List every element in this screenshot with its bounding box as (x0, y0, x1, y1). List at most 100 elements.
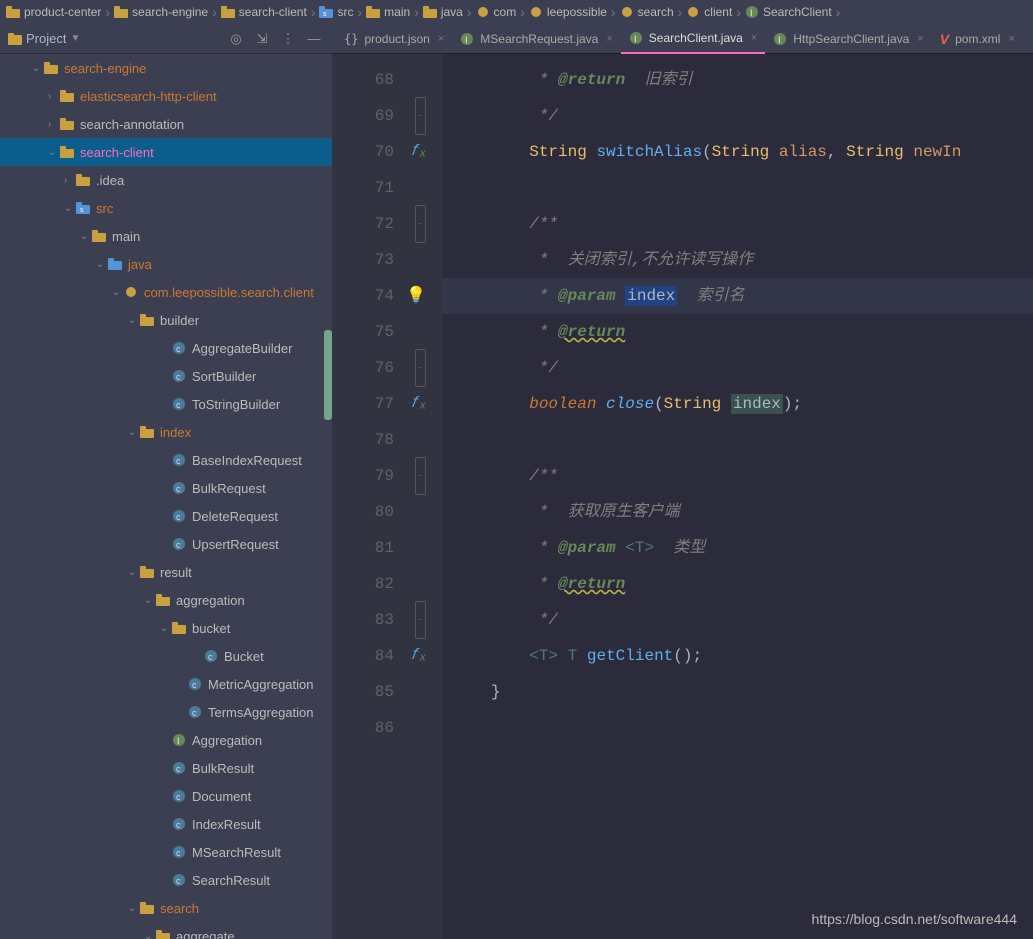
folder-y-icon (140, 566, 154, 578)
tree-item[interactable]: ›.idea (0, 166, 332, 194)
tree-item[interactable]: ›search-annotation (0, 110, 332, 138)
tree-item[interactable]: ⌄builder (0, 306, 332, 334)
implement-icon[interactable]: ƒx (412, 132, 426, 173)
close-icon[interactable]: × (1008, 33, 1014, 45)
breadcrumb-item[interactable]: java (423, 5, 463, 19)
menu-icon[interactable]: ⋮ (278, 29, 298, 49)
tree-item[interactable]: cMetricAggregation (0, 670, 332, 698)
tree-item[interactable]: ⌄search (0, 894, 332, 922)
tree-item[interactable]: cIndexResult (0, 810, 332, 838)
editor-tab[interactable]: {}product.json× (336, 24, 452, 54)
code-line[interactable]: * 关闭索引,不允许读写操作 (442, 242, 1033, 278)
minimize-icon[interactable]: — (304, 29, 324, 49)
breadcrumb-item[interactable]: search-engine (114, 5, 208, 19)
code-line[interactable]: * @param <T> 类型 (442, 530, 1033, 566)
class-icon: c (188, 705, 202, 719)
code-line[interactable]: */ (442, 350, 1033, 386)
close-icon[interactable]: × (606, 33, 612, 45)
code-line[interactable]: boolean close(String index); (442, 386, 1033, 422)
code-content[interactable]: * @return 旧索引 */ String switchAlias(Stri… (442, 54, 1033, 939)
code-line[interactable]: * @return (442, 314, 1033, 350)
tree-item[interactable]: cBulkRequest (0, 474, 332, 502)
breadcrumb-item[interactable]: client (686, 5, 732, 19)
code-line[interactable]: } (442, 674, 1033, 710)
tree-item[interactable]: cDeleteRequest (0, 502, 332, 530)
breadcrumb-item[interactable]: search-client (221, 5, 307, 19)
fold-icon[interactable]: - (415, 349, 426, 387)
tree-item[interactable]: cSortBuilder (0, 362, 332, 390)
code-line[interactable]: <T> T getClient(); (442, 638, 1033, 674)
tree-item[interactable]: ⌄result (0, 558, 332, 586)
tree-item[interactable]: ›elasticsearch-http-client (0, 82, 332, 110)
code-line[interactable]: */ (442, 98, 1033, 134)
project-tree[interactable]: ⌄search-engine›elasticsearch-http-client… (0, 54, 332, 939)
close-icon[interactable]: × (751, 32, 757, 44)
target-icon[interactable]: ◎ (226, 29, 246, 49)
fold-icon[interactable]: - (415, 97, 426, 135)
tree-item[interactable]: cMSearchResult (0, 838, 332, 866)
code-line[interactable]: String switchAlias(String alias, String … (442, 134, 1033, 170)
tree-item[interactable]: IAggregation (0, 726, 332, 754)
breadcrumb-item[interactable]: leepossible (529, 5, 607, 19)
code-line[interactable] (442, 422, 1033, 458)
breadcrumb-item[interactable]: main (366, 5, 410, 19)
svg-text:c: c (176, 792, 181, 802)
fold-icon[interactable]: - (415, 457, 426, 495)
tree-scrollbar[interactable] (324, 110, 332, 939)
collapse-icon[interactable]: ⇲ (252, 29, 272, 49)
tree-item[interactable]: ⌄main (0, 222, 332, 250)
code-line[interactable]: /** (442, 458, 1033, 494)
implement-icon[interactable]: ƒx (412, 384, 426, 425)
bulb-icon[interactable]: 💡 (406, 278, 426, 314)
tree-item[interactable]: ⌄search-client (0, 138, 332, 166)
breadcrumb-item[interactable]: ISearchClient (745, 5, 832, 19)
tree-item[interactable]: ⌄java (0, 250, 332, 278)
tree-item[interactable]: cAggregateBuilder (0, 334, 332, 362)
code-line[interactable]: * 获取原生客户端 (442, 494, 1033, 530)
tree-label: search (160, 901, 199, 916)
line-number: 82 (332, 566, 434, 602)
code-line[interactable] (442, 170, 1033, 206)
tree-item[interactable]: cBulkResult (0, 754, 332, 782)
code-line[interactable]: /** (442, 206, 1033, 242)
breadcrumb-item[interactable]: ssrc (319, 5, 353, 19)
tree-arrow-icon: ⌄ (128, 315, 138, 326)
editor-tab[interactable]: ISearchClient.java× (621, 24, 766, 54)
breadcrumb-item[interactable]: search (620, 5, 674, 19)
breadcrumb-item[interactable]: com (476, 5, 517, 19)
tree-item[interactable]: cBucket (0, 642, 332, 670)
code-editor[interactable]: 6869-70ƒx7172-7374💡7576-77ƒx7879-8081828… (332, 54, 1033, 939)
fold-icon[interactable]: - (415, 205, 426, 243)
code-line[interactable] (442, 710, 1033, 746)
code-line[interactable]: * @return 旧索引 (442, 62, 1033, 98)
tree-item[interactable]: ⌄ssrc (0, 194, 332, 222)
tree-item[interactable]: cToStringBuilder (0, 390, 332, 418)
editor-tab[interactable]: IHttpSearchClient.java× (765, 24, 932, 54)
tree-item[interactable]: ⌄aggregate (0, 922, 332, 939)
tree-item[interactable]: cTermsAggregation (0, 698, 332, 726)
tree-item[interactable]: ⌄search-engine (0, 54, 332, 82)
implement-icon[interactable]: ƒx (412, 636, 426, 677)
tree-item[interactable]: cUpsertRequest (0, 530, 332, 558)
code-line[interactable]: */ (442, 602, 1033, 638)
tree-item[interactable]: ⌄bucket (0, 614, 332, 642)
editor-tab[interactable]: IMSearchRequest.java× (452, 24, 621, 54)
svg-text:s: s (80, 207, 84, 214)
package-icon (124, 286, 138, 298)
code-line[interactable]: * @param index 索引名 (442, 278, 1033, 314)
class-icon: c (172, 397, 186, 411)
folder-b-icon (108, 258, 122, 270)
editor-tab[interactable]: Vpom.xml× (932, 24, 1023, 54)
close-icon[interactable]: × (917, 33, 923, 45)
breadcrumb-item[interactable]: product-center (6, 5, 101, 19)
tree-item[interactable]: ⌄com.leepossible.search.client (0, 278, 332, 306)
code-line[interactable]: * @return (442, 566, 1033, 602)
tree-item[interactable]: cDocument (0, 782, 332, 810)
close-icon[interactable]: × (438, 33, 444, 45)
tree-item[interactable]: ⌄aggregation (0, 586, 332, 614)
fold-icon[interactable]: - (415, 601, 426, 639)
tree-item[interactable]: ⌄index (0, 418, 332, 446)
project-selector[interactable]: Project ▼ (8, 31, 80, 46)
tree-item[interactable]: cSearchResult (0, 866, 332, 894)
tree-item[interactable]: cBaseIndexRequest (0, 446, 332, 474)
